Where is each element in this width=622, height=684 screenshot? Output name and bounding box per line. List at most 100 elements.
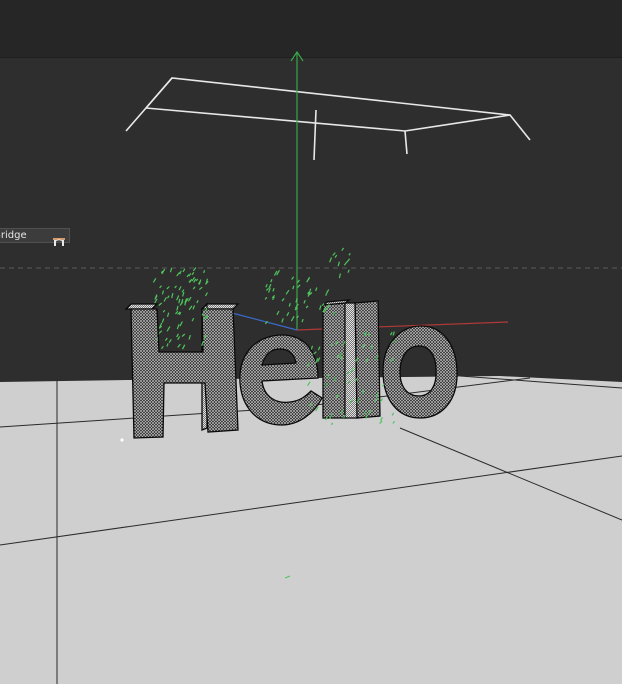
particle — [161, 290, 165, 295]
particle — [192, 305, 196, 310]
particle — [161, 318, 165, 323]
particle — [168, 339, 172, 343]
particle — [166, 312, 170, 317]
viewport-canvas[interactable] — [0, 0, 622, 684]
particle — [193, 278, 197, 283]
particle — [188, 334, 191, 340]
particle — [176, 305, 179, 311]
particle — [179, 270, 182, 275]
particle — [301, 318, 304, 323]
particle — [178, 298, 181, 304]
particle — [158, 330, 163, 334]
particle — [169, 267, 173, 273]
particle — [285, 289, 290, 295]
particle — [313, 351, 317, 355]
particle — [317, 346, 321, 351]
particle — [348, 252, 351, 256]
particle — [305, 305, 309, 309]
particle — [177, 343, 181, 348]
particle — [281, 298, 285, 302]
particle — [290, 316, 295, 322]
particle — [332, 252, 336, 256]
particle — [176, 333, 180, 338]
particle — [310, 345, 314, 350]
particle — [188, 305, 193, 311]
particle — [176, 295, 180, 301]
particle — [389, 331, 393, 336]
particle — [182, 291, 185, 297]
particle — [343, 261, 348, 266]
particle — [276, 310, 280, 316]
camera-outline[interactable] — [125, 77, 531, 161]
particle — [346, 258, 351, 263]
particle — [188, 273, 192, 277]
particle — [270, 278, 273, 283]
particle — [329, 257, 333, 263]
particle — [188, 279, 192, 283]
particle — [184, 300, 187, 306]
particle — [315, 287, 318, 292]
particle — [174, 285, 177, 289]
particle — [166, 295, 170, 299]
particle — [292, 285, 295, 290]
particle — [166, 326, 171, 332]
particle — [191, 317, 195, 322]
particle — [154, 298, 158, 304]
particle — [181, 344, 186, 350]
particle — [265, 284, 268, 288]
particle — [325, 291, 329, 296]
particle — [288, 303, 291, 307]
node-label: Bridge — [0, 230, 27, 241]
particle — [286, 312, 290, 317]
particle — [159, 285, 162, 289]
particle — [272, 287, 275, 292]
particle — [177, 336, 181, 341]
particle — [191, 271, 195, 276]
particle — [276, 269, 280, 276]
particle — [178, 286, 182, 291]
floor-marker — [120, 438, 124, 442]
particle — [317, 357, 321, 362]
particle — [163, 297, 167, 302]
3d-viewport[interactable]: Bridge — [0, 0, 622, 684]
particle — [186, 274, 190, 278]
particle — [297, 284, 301, 289]
ground-plane — [0, 376, 622, 684]
particle — [176, 324, 180, 330]
particle — [198, 279, 202, 285]
node-tag-bridge[interactable]: Bridge — [0, 228, 70, 246]
particle — [162, 309, 166, 313]
particle — [341, 247, 345, 252]
particle — [176, 272, 181, 277]
particle — [161, 345, 164, 350]
particle — [281, 318, 284, 323]
particle — [171, 293, 174, 299]
particle — [181, 333, 186, 337]
particle — [198, 286, 203, 291]
particle — [196, 300, 199, 304]
particle — [195, 278, 199, 282]
particle — [204, 292, 208, 297]
particle — [347, 269, 350, 273]
bridge-icon — [53, 231, 65, 246]
particle — [182, 268, 186, 273]
particle — [203, 269, 206, 274]
particle — [303, 299, 306, 304]
particle — [187, 296, 192, 302]
particle — [264, 296, 268, 300]
particle — [268, 287, 271, 293]
particle — [392, 331, 395, 336]
particle — [166, 343, 169, 347]
particle — [181, 289, 185, 293]
particle — [268, 283, 272, 289]
particle — [179, 321, 183, 327]
particle — [337, 261, 340, 267]
particle — [319, 305, 322, 310]
particle — [166, 286, 170, 290]
particle — [296, 279, 300, 284]
particle — [164, 337, 168, 342]
particle — [291, 276, 295, 280]
particle — [152, 277, 157, 283]
particle — [158, 302, 163, 306]
particle — [338, 273, 341, 279]
